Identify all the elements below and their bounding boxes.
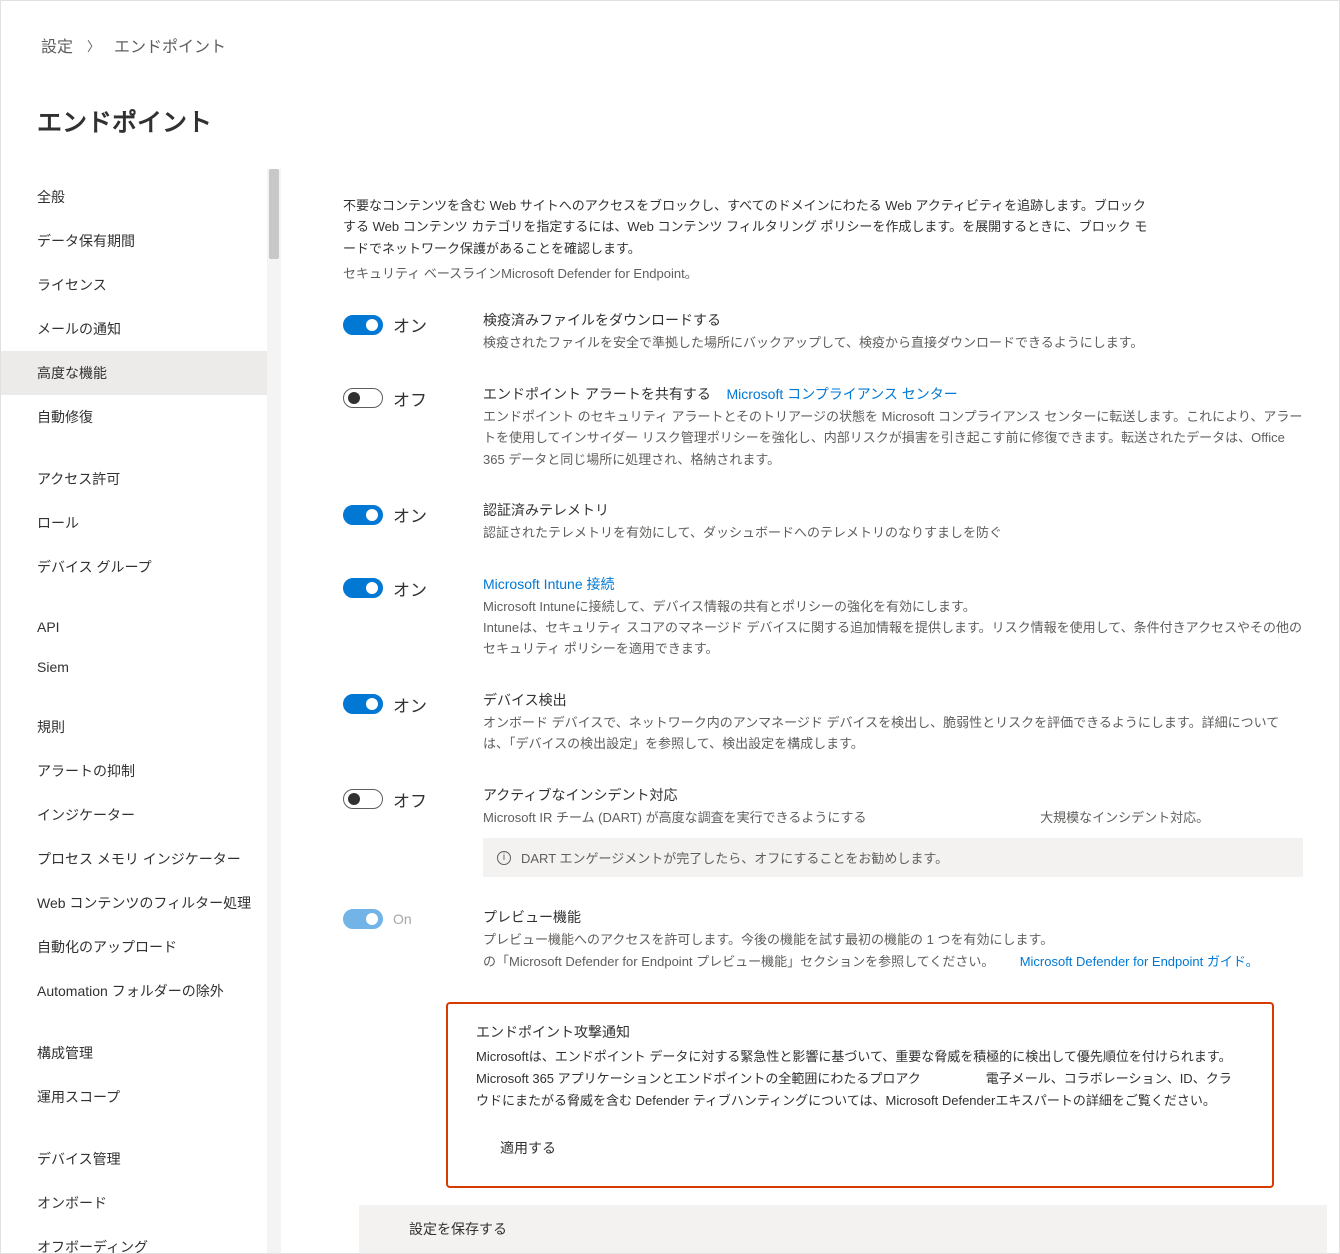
- title-text: エンドポイント アラートを共有する: [483, 386, 711, 402]
- setting-auth-telemetry: オン 認証済みテレメトリ 認証されたテレメトリを有効にして、ダッシュボードへのテ…: [343, 500, 1309, 543]
- scroll-thumb[interactable]: [269, 169, 279, 259]
- compliance-center-link[interactable]: Microsoft コンプライアンス センター: [726, 386, 957, 402]
- scrollbar[interactable]: [267, 169, 281, 1254]
- sidebar-header-config-management[interactable]: 構成管理: [1, 1031, 267, 1075]
- breadcrumb-root[interactable]: 設定: [41, 33, 73, 57]
- breadcrumb: 設定 〉 エンドポイント: [1, 1, 1339, 75]
- banner-text: DART エンゲージメントが完了したら、オフにすることをお勧めします。: [521, 848, 948, 867]
- sidebar-item-auto-remediation[interactable]: 自動修復: [1, 395, 267, 439]
- sidebar-item-automation-folder-exclusions[interactable]: Automation フォルダーの除外: [1, 969, 267, 1013]
- sidebar-item-web-content-filtering[interactable]: Web コンテンツのフィルター処理: [1, 881, 267, 925]
- sidebar-header-device-management[interactable]: デバイス管理: [1, 1137, 267, 1181]
- chevron-right-icon: 〉: [87, 36, 100, 55]
- sidebar-header-general[interactable]: 全般: [1, 175, 267, 219]
- setting-desc2: の「Microsoft Defender for Endpoint プレビュー機…: [483, 951, 1303, 972]
- setting-desc: エンドポイント のセキュリティ アラートとそのトリアージの状態を Microso…: [483, 406, 1303, 470]
- setting-title: プレビュー機能: [483, 907, 1303, 927]
- toggle-device-discovery[interactable]: [343, 694, 383, 714]
- sidebar-header-permissions[interactable]: アクセス許可: [1, 457, 267, 501]
- setting-title: デバイス検出: [483, 690, 1303, 710]
- desc-right: 大規模なインシデント対応。: [1040, 807, 1209, 828]
- toggle-label: オン: [393, 312, 427, 337]
- setting-device-discovery: オン デバイス検出 オンボード デバイスで、ネットワーク内のアンマネージド デバ…: [343, 690, 1309, 755]
- desc-left: Microsoft IR チーム (DART) が高度な調査を実行できるようにす…: [483, 810, 866, 825]
- toggle-label: オン: [393, 576, 427, 601]
- sidebar-header-api[interactable]: API: [1, 607, 267, 647]
- setting-desc: プレビュー機能へのアクセスを許可します。今後の機能を試す最初の機能の 1 つを有…: [483, 929, 1303, 950]
- attack-notice-desc: Microsoftは、エンドポイント データに対する緊急性と影響に基づいて、重要…: [476, 1046, 1244, 1112]
- info-banner: i DART エンゲージメントが完了したら、オフにすることをお勧めします。: [483, 838, 1303, 877]
- toggle-label: オフ: [393, 787, 427, 812]
- setting-preview-features: On プレビュー機能 プレビュー機能へのアクセスを許可します。今後の機能を試す最…: [343, 907, 1309, 972]
- toggle-auth-telemetry[interactable]: [343, 505, 383, 525]
- sidebar-item-device-groups[interactable]: デバイス グループ: [1, 545, 267, 589]
- sidebar-item-data-retention[interactable]: データ保有期間: [1, 219, 267, 263]
- toggle-label: オフ: [393, 386, 427, 411]
- sidebar-item-roles[interactable]: ロール: [1, 501, 267, 545]
- setting-title: 認証済みテレメトリ: [483, 500, 1303, 520]
- toggle-download-quarantined[interactable]: [343, 315, 383, 335]
- sidebar-item-indicators[interactable]: インジケーター: [1, 793, 267, 837]
- setting-title: エンドポイント アラートを共有する Microsoft コンプライアンス センタ…: [483, 384, 1303, 404]
- setting-intune-connection: オン Microsoft Intune 接続 Microsoft Intuneに…: [343, 574, 1309, 660]
- sidebar-item-process-memory-indicators[interactable]: プロセス メモリ インジケーター: [1, 837, 267, 881]
- setting-desc: Microsoft IR チーム (DART) が高度な調査を実行できるようにす…: [483, 807, 1303, 828]
- intro-text: 不要なコンテンツを含む Web サイトへのアクセスをブロックし、すべてのドメイン…: [343, 195, 1158, 259]
- bottom-bar: 設定を保存する: [359, 1205, 1327, 1253]
- defender-guide-link[interactable]: Microsoft Defender for Endpoint ガイド。: [1020, 954, 1259, 969]
- attack-notice-title: エンドポイント攻撃通知: [476, 1022, 1244, 1042]
- setting-active-incident: オフ アクティブなインシデント対応 Microsoft IR チーム (DART…: [343, 785, 1309, 877]
- setting-desc: Microsoft Intuneに接続して、デバイス情報の共有とポリシーの強化を…: [483, 596, 1303, 660]
- sidebar-item-alert-suppression[interactable]: アラートの抑制: [1, 749, 267, 793]
- breadcrumb-current: エンドポイント: [114, 33, 226, 57]
- setting-desc: 検疫されたファイルを安全で準拠した場所にバックアップして、検疫から直接ダウンロー…: [483, 332, 1303, 353]
- sidebar: 全般 データ保有期間 ライセンス メールの通知 高度な機能 自動修復 アクセス許…: [1, 169, 267, 1254]
- sidebar-item-advanced-features[interactable]: 高度な機能: [1, 351, 267, 395]
- toggle-active-incident[interactable]: [343, 789, 383, 809]
- toggle-preview-features: [343, 909, 383, 929]
- toggle-label: On: [393, 911, 412, 927]
- setting-desc: 認証されたテレメトリを有効にして、ダッシュボードへのテレメトリのなりすましを防ぐ: [483, 522, 1303, 543]
- sidebar-item-licenses[interactable]: ライセンス: [1, 263, 267, 307]
- toggle-share-alerts[interactable]: [343, 388, 383, 408]
- save-settings-button[interactable]: 設定を保存する: [399, 1213, 517, 1245]
- page-title: エンドポイント: [1, 75, 1339, 169]
- sidebar-item-enforcement-scope[interactable]: 運用スコープ: [1, 1075, 267, 1119]
- baseline-text: セキュリティ ベースラインMicrosoft Defender for Endp…: [343, 263, 1309, 282]
- setting-title: アクティブなインシデント対応: [483, 785, 1303, 805]
- setting-share-alerts: オフ エンドポイント アラートを共有する Microsoft コンプライアンス …: [343, 384, 1309, 470]
- sidebar-item-email-notifications[interactable]: メールの通知: [1, 307, 267, 351]
- sidebar-header-rules[interactable]: 規則: [1, 705, 267, 749]
- attack-notification-highlight: エンドポイント攻撃通知 Microsoftは、エンドポイント データに対する緊急…: [446, 1002, 1274, 1188]
- setting-title: 検疫済みファイルをダウンロードする: [483, 310, 1303, 330]
- sidebar-item-siem[interactable]: Siem: [1, 647, 267, 687]
- sidebar-item-onboarding[interactable]: オンボード: [1, 1181, 267, 1225]
- setting-download-quarantined: オン 検疫済みファイルをダウンロードする 検疫されたファイルを安全で準拠した場所…: [343, 310, 1309, 353]
- apply-button[interactable]: 適用する: [494, 1134, 562, 1162]
- sidebar-item-automation-upload[interactable]: 自動化のアップロード: [1, 925, 267, 969]
- content: 不要なコンテンツを含む Web サイトへのアクセスをブロックし、すべてのドメイン…: [281, 169, 1339, 1254]
- info-icon: i: [497, 851, 511, 865]
- sidebar-item-offboarding[interactable]: オフボーディング: [1, 1225, 267, 1254]
- toggle-intune-connection[interactable]: [343, 578, 383, 598]
- toggle-label: オン: [393, 502, 427, 527]
- setting-desc: オンボード デバイスで、ネットワーク内のアンマネージド デバイスを検出し、脆弱性…: [483, 712, 1303, 755]
- desc2-text: の「Microsoft Defender for Endpoint プレビュー機…: [483, 954, 994, 969]
- setting-title[interactable]: Microsoft Intune 接続: [483, 574, 1303, 594]
- toggle-label: オン: [393, 692, 427, 717]
